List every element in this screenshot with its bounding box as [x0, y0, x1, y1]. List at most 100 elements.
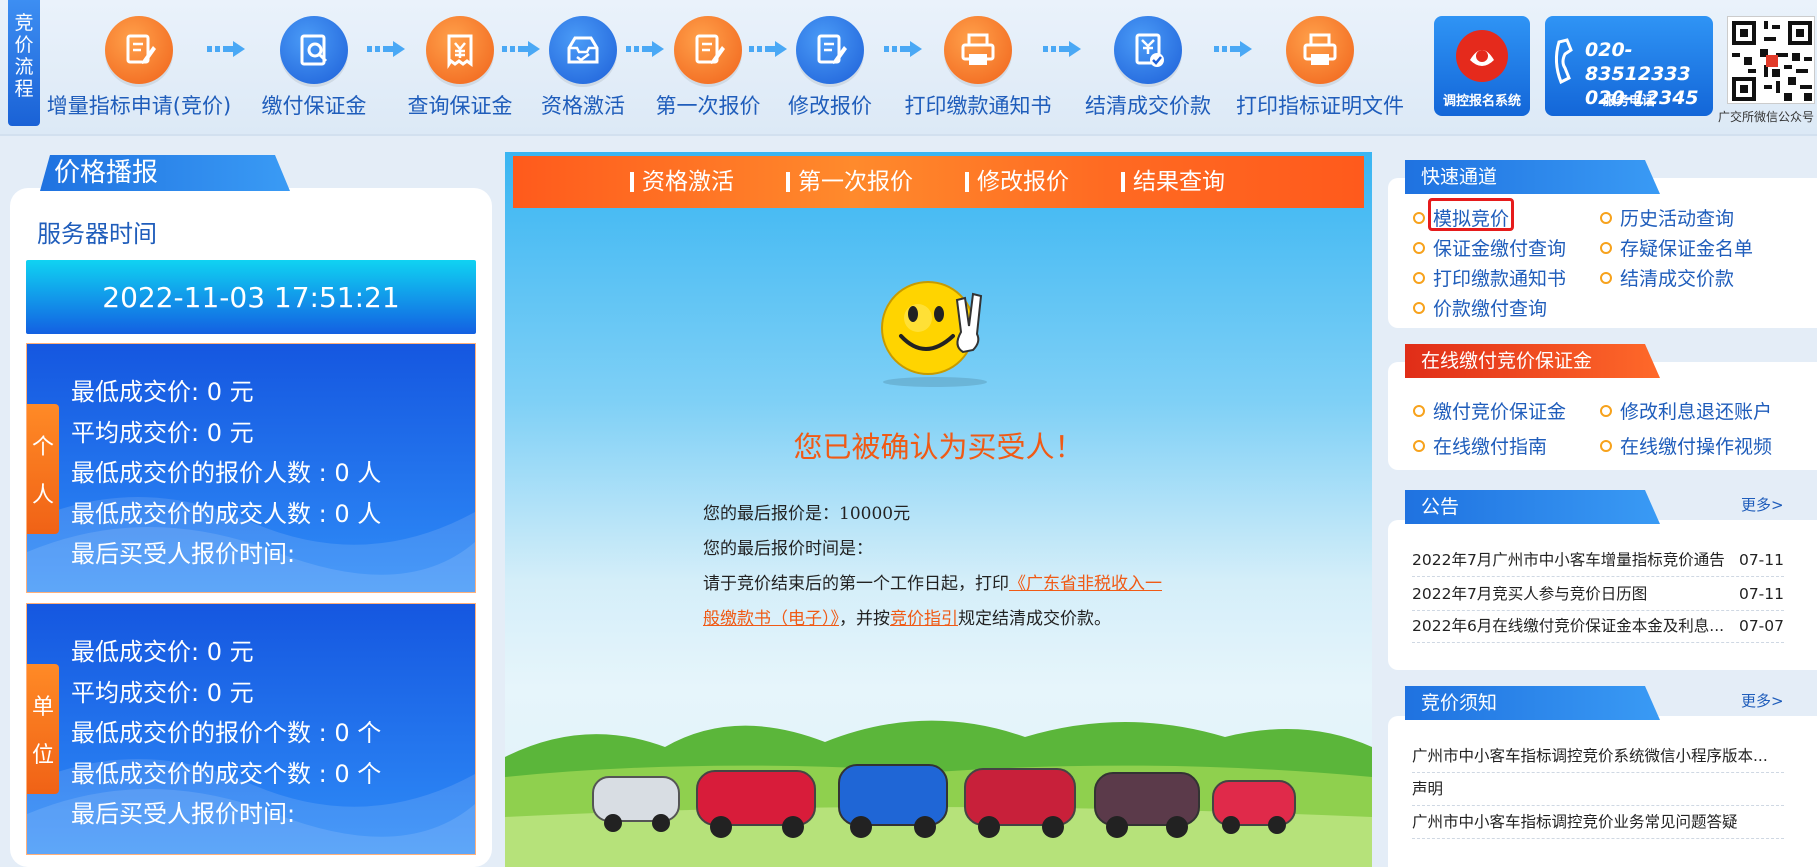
process-step-circle: [796, 16, 864, 84]
bid-notice-more-link[interactable]: 更多>: [1741, 690, 1784, 711]
process-step-label: 结清成交价款: [1085, 94, 1211, 118]
company-tag-char-2: 位: [31, 743, 54, 768]
personal-avg-price: 平均成交价: 0 元: [71, 418, 254, 447]
form-edit-icon: [126, 34, 156, 64]
personal-stats-box: 个 人 最低成交价: 0 元 平均成交价: 0 元 最低成交价的报价人数 : 0…: [26, 343, 476, 593]
form-edit-icon: [817, 34, 847, 64]
process-step-8[interactable]: 结清成交价款: [1085, 16, 1211, 118]
notice-row[interactable]: 2022年7月广州市中小客车增量指标竞价通告 07-11: [1412, 545, 1784, 577]
online-link-video[interactable]: 在线缴付操作视频: [1600, 432, 1772, 459]
company-avg-price: 平均成交价: 0 元: [71, 678, 254, 707]
cars-landscape-illustration: [505, 720, 1372, 867]
logo-icon: [1456, 30, 1508, 82]
result-nav: 资格激活 第一次报价 修改报价 结果查询: [513, 156, 1364, 208]
notice-row-date: 07-07: [1738, 617, 1784, 635]
process-step-label: 第一次报价: [655, 94, 761, 118]
notice-row[interactable]: 2022年7月竞买人参与竞价日历图 07-11: [1412, 579, 1784, 611]
quick-link-print-notice[interactable]: 打印缴款通知书: [1413, 264, 1566, 291]
process-step-9[interactable]: 打印指标证明文件: [1236, 16, 1404, 118]
service-phone-label: 服务电话: [1602, 94, 1655, 109]
step-arrow-icon: [884, 41, 922, 57]
online-link-modify-refund-account[interactable]: 修改利息退还账户: [1600, 397, 1772, 424]
step-arrow-icon: [749, 41, 787, 57]
notice-row-date: 07-11: [1738, 585, 1784, 603]
notice-row[interactable]: 2022年6月在线缴付竞价保证金本金及利息... 07-07: [1412, 611, 1784, 643]
quick-channel-title: 快速通道: [1405, 160, 1660, 194]
process-step-circle: [426, 16, 494, 84]
instruction-text-3: 规定结清成交价款。: [958, 609, 1111, 629]
online-link-pay-deposit[interactable]: 缴付竞价保证金: [1413, 397, 1566, 424]
notice-row-title: 2022年7月广州市中小客车增量指标竞价通告: [1412, 551, 1725, 569]
smiley-victory-icon: [881, 281, 987, 387]
payment-instruction: 请于竞价结束后的第一个工作日起，打印《广东省非税收入一般缴款书（电子）》，并按竞…: [703, 567, 1173, 637]
qr-caption: 广交所微信公众号: [1718, 110, 1815, 124]
process-step-circle: [280, 16, 348, 84]
process-step-label: 修改报价: [788, 94, 872, 118]
notice-more-link[interactable]: 更多>: [1741, 494, 1784, 515]
process-step-label: 打印缴款通知书: [904, 94, 1052, 118]
notice-row-title: 2022年7月竞买人参与竞价日历图: [1412, 585, 1648, 603]
quick-link-disputed-deposit-list[interactable]: 存疑保证金名单: [1600, 234, 1753, 261]
company-tag-char-1: 单: [31, 695, 54, 720]
nav-first-bid[interactable]: 第一次报价: [786, 171, 935, 194]
quick-link-settle-payment[interactable]: 结清成交价款: [1600, 264, 1734, 291]
process-step-circle: [549, 16, 617, 84]
bid-notice-title: 竞价须知: [1405, 686, 1660, 720]
form-edit-icon: [695, 34, 725, 64]
company-tag: 单 位: [27, 664, 59, 794]
yen-receipt-icon: [447, 34, 473, 69]
online-link-guide[interactable]: 在线缴付指南: [1413, 432, 1547, 459]
result-message: 您的最后报价是：10000元 您的最后报价时间是： 请于竞价结束后的第一个工作日…: [703, 497, 1173, 637]
bid-notice-row[interactable]: 声明: [1412, 774, 1784, 806]
nav-modify-bid[interactable]: 修改报价: [965, 171, 1091, 194]
company-last-bid-time: 最后买受人报价时间:: [71, 800, 296, 828]
search-document-icon: [300, 34, 328, 66]
process-step-5[interactable]: 第一次报价: [656, 16, 761, 118]
company-min-price: 最低成交价: 0 元: [71, 638, 254, 666]
notice-title: 公告: [1405, 490, 1660, 524]
notice-row-date: 07-11: [1738, 551, 1784, 569]
process-step-1[interactable]: 增量指标申请(竞价): [47, 16, 231, 118]
step-arrow-icon: [367, 41, 405, 57]
price-broadcast-tab: 价格播报: [40, 155, 290, 191]
quick-link-deposit-query[interactable]: 保证金缴付查询: [1413, 234, 1566, 261]
process-step-circle: [1114, 16, 1182, 84]
nav-result-query[interactable]: 结果查询: [1121, 171, 1247, 194]
process-step-6[interactable]: 修改报价: [788, 16, 872, 118]
company-min-bid-count: 最低成交价的报价个数 : 0 个: [71, 719, 382, 747]
qr-code: [1727, 16, 1815, 104]
personal-min-deal-count: 最低成交价的成交人数 : 0 人: [71, 499, 382, 528]
process-step-label: 缴付保证金: [261, 94, 367, 118]
quick-link-history[interactable]: 历史活动查询: [1600, 204, 1734, 231]
process-step-4[interactable]: 资格激活: [541, 16, 625, 118]
bid-notice-row[interactable]: 广州市中小客车指标调控竞价系统微信小程序版本...: [1412, 741, 1784, 773]
process-step-circle: [674, 16, 742, 84]
bid-notice-row[interactable]: 广州市中小客车指标调控竞价业务常见问题答疑: [1412, 807, 1784, 839]
personal-min-bidder-count: 最低成交价的报价人数 : 0 人: [71, 459, 382, 487]
buyer-confirmed-title: 您已被确认为买受人！: [793, 430, 1084, 464]
control-signup-system-button[interactable]: 调控报名系统: [1434, 16, 1530, 116]
nav-qualification-activation[interactable]: 资格激活: [630, 171, 756, 194]
last-bid-time: 您的最后报价时间是：: [703, 539, 873, 559]
notice-row-title: 2022年6月在线缴付竞价保证金本金及利息...: [1412, 617, 1725, 635]
bidding-guide-link[interactable]: 竞价指引: [890, 609, 958, 629]
step-arrow-icon: [1214, 41, 1252, 57]
phone-icon: [1554, 38, 1573, 85]
personal-tag-char-1: 个: [31, 435, 54, 460]
process-step-7[interactable]: 打印缴款通知书: [905, 16, 1052, 118]
company-min-deal-count: 最低成交价的成交个数 : 0 个: [71, 759, 382, 788]
step-arrow-icon: [1043, 41, 1081, 57]
printer-icon: [1303, 33, 1337, 65]
process-step-circle: [944, 16, 1012, 84]
process-step-3[interactable]: 查询保证金: [408, 16, 513, 118]
process-step-circle: [1286, 16, 1354, 84]
process-step-label: 查询保证金: [407, 94, 513, 118]
step-arrow-icon: [206, 41, 245, 57]
quick-link-payment-query[interactable]: 价款缴付查询: [1413, 294, 1547, 321]
result-panel: 资格激活 第一次报价 修改报价 结果查询 您已被确认为买受人！ 您的最后报价是：…: [505, 152, 1372, 867]
instruction-text-1: 请于竞价结束后的第一个工作日起，打印: [703, 574, 1009, 594]
process-step-circle: [105, 16, 173, 84]
process-step-2[interactable]: 缴付保证金: [262, 16, 367, 118]
process-step-label: 资格激活: [541, 94, 625, 118]
process-step-label: 打印指标证明文件: [1236, 94, 1404, 118]
